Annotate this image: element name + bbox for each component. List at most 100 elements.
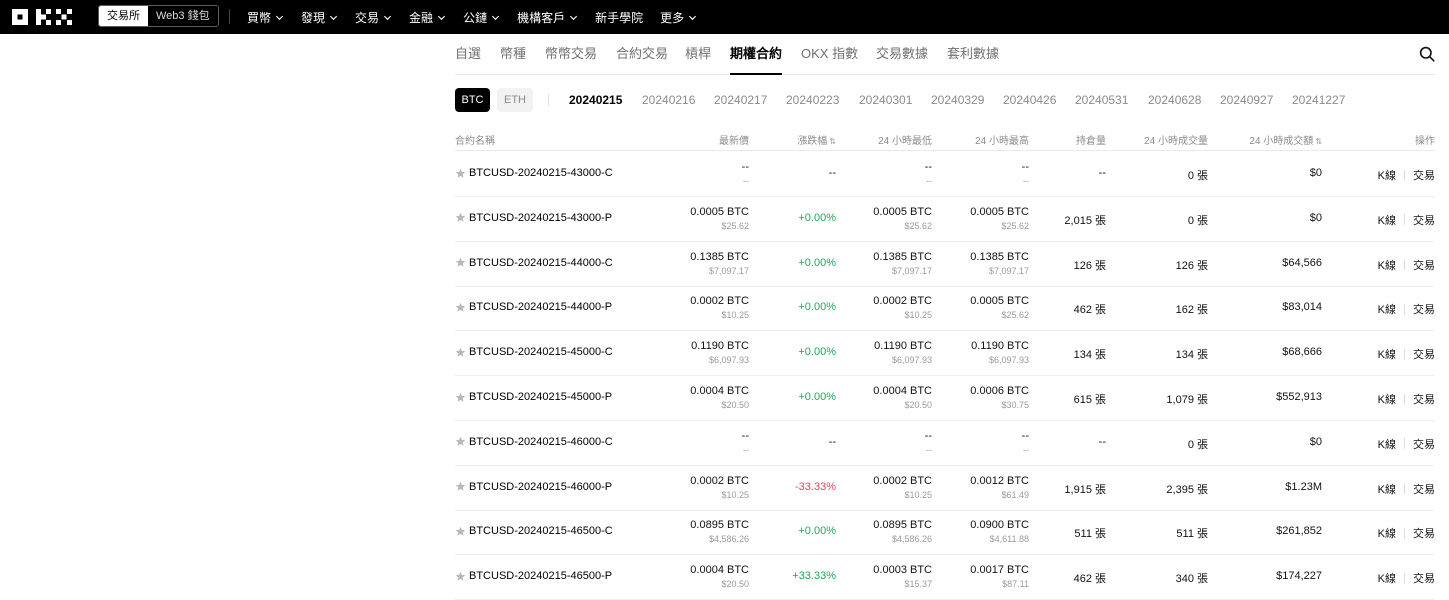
- amount: $0: [1309, 167, 1322, 179]
- expiry-date[interactable]: 20240215: [569, 88, 622, 112]
- favorite-star-icon[interactable]: [455, 168, 466, 179]
- trade-link[interactable]: 交易: [1413, 570, 1435, 586]
- favorite-star-icon[interactable]: [455, 212, 466, 223]
- trade-link[interactable]: 交易: [1413, 391, 1435, 407]
- change-cell: +0.00%: [798, 346, 836, 358]
- expiry-date[interactable]: 20240217: [714, 88, 767, 112]
- favorite-star-icon[interactable]: [455, 347, 466, 358]
- header-change[interactable]: 漲跌幅 ⇅: [797, 132, 836, 147]
- volume-cell: 126 張: [1176, 257, 1208, 273]
- favorite-star-icon[interactable]: [455, 481, 466, 492]
- table-row[interactable]: BTCUSD-20240215-44000-P 0.0002 BTC $10.2…: [455, 286, 1435, 332]
- tab-coins[interactable]: 幣種: [500, 34, 526, 74]
- kline-link[interactable]: K線: [1378, 167, 1396, 183]
- kline-link[interactable]: K線: [1378, 346, 1396, 362]
- nav-finance[interactable]: 金融: [409, 9, 446, 26]
- tab-arbitrage-data[interactable]: 套利數據: [947, 34, 999, 74]
- underlying-eth[interactable]: ETH: [497, 88, 533, 112]
- volume: 340 張: [1175, 573, 1208, 586]
- trade-link[interactable]: 交易: [1413, 257, 1435, 273]
- low-price: 0.0005 BTC: [873, 205, 932, 218]
- table-row[interactable]: BTCUSD-20240215-46500-C 0.0895 BTC $4,58…: [455, 510, 1435, 556]
- nav-discover[interactable]: 發現: [301, 9, 338, 26]
- contract-name-cell[interactable]: BTCUSD-20240215-44000-C: [455, 257, 613, 269]
- table-row[interactable]: BTCUSD-20240215-44000-C 0.1385 BTC $7,09…: [455, 242, 1435, 287]
- high-cell: -- --: [1022, 429, 1029, 457]
- tab-trading-data[interactable]: 交易數據: [876, 34, 928, 74]
- trade-link[interactable]: 交易: [1413, 525, 1435, 541]
- expiry-date[interactable]: 20240426: [1003, 88, 1056, 112]
- expiry-date[interactable]: 20240329: [931, 88, 984, 112]
- favorite-star-icon[interactable]: [455, 436, 466, 447]
- nav-buy-crypto[interactable]: 買幣: [247, 9, 284, 26]
- nav-public-chain[interactable]: 公鏈: [463, 9, 500, 26]
- expiry-date[interactable]: 20240531: [1075, 88, 1128, 112]
- tab-spot[interactable]: 幣幣交易: [545, 34, 597, 74]
- expiry-date[interactable]: 20240628: [1148, 88, 1201, 112]
- trade-link[interactable]: 交易: [1413, 301, 1435, 317]
- kline-link[interactable]: K線: [1378, 570, 1396, 586]
- expiry-date[interactable]: 20240216: [642, 88, 695, 112]
- nav-learn[interactable]: 新手學院: [595, 9, 643, 26]
- trade-link[interactable]: 交易: [1413, 167, 1435, 183]
- low-cell: 0.0002 BTC $10.25: [873, 294, 932, 322]
- favorite-star-icon[interactable]: [455, 571, 466, 582]
- switch-web3-wallet[interactable]: Web3 錢包: [148, 6, 218, 26]
- table-row[interactable]: BTCUSD-20240215-46000-C -- -- -- -- -- -…: [455, 421, 1435, 466]
- trade-link[interactable]: 交易: [1413, 346, 1435, 362]
- kline-link[interactable]: K線: [1378, 301, 1396, 317]
- search-icon[interactable]: [1419, 46, 1435, 62]
- trade-link[interactable]: 交易: [1413, 212, 1435, 228]
- expiry-date[interactable]: 20240927: [1220, 88, 1273, 112]
- trade-link[interactable]: 交易: [1413, 436, 1435, 452]
- contract-name-cell[interactable]: BTCUSD-20240215-46500-C: [455, 525, 613, 537]
- contract-name-cell[interactable]: BTCUSD-20240215-45000-C: [455, 346, 613, 358]
- trade-link[interactable]: 交易: [1413, 481, 1435, 497]
- contract-name: BTCUSD-20240215-46500-C: [469, 525, 613, 538]
- favorite-star-icon[interactable]: [455, 392, 466, 403]
- contract-name: BTCUSD-20240215-43000-P: [469, 211, 613, 224]
- favorite-star-icon[interactable]: [455, 257, 466, 268]
- tab-options[interactable]: 期權合約: [730, 34, 783, 75]
- contract-name-cell[interactable]: BTCUSD-20240215-46000-P: [455, 481, 612, 493]
- favorite-star-icon[interactable]: [455, 302, 466, 313]
- table-row[interactable]: BTCUSD-20240215-43000-C -- -- -- -- -- -…: [455, 152, 1435, 197]
- switch-exchange[interactable]: 交易所: [99, 6, 148, 26]
- amount-cell: $0: [1310, 212, 1322, 224]
- row-actions: K線 交易: [1378, 525, 1435, 541]
- contract-name-cell[interactable]: BTCUSD-20240215-46000-C: [455, 436, 613, 448]
- open-interest: 462 張: [1073, 573, 1106, 586]
- expiry-date[interactable]: 20240223: [786, 88, 839, 112]
- table-row[interactable]: BTCUSD-20240215-43000-P 0.0005 BTC $25.6…: [455, 197, 1435, 242]
- table-row[interactable]: BTCUSD-20240215-45000-P 0.0004 BTC $20.5…: [455, 376, 1435, 421]
- last-price-usd: $4,586.26: [708, 534, 749, 545]
- change-cell: +0.00%: [798, 525, 836, 537]
- tab-margin[interactable]: 槓桿: [685, 34, 711, 74]
- kline-link[interactable]: K線: [1378, 525, 1396, 541]
- table-row[interactable]: BTCUSD-20240215-46500-P 0.0004 BTC $20.5…: [455, 555, 1435, 600]
- nav-trade[interactable]: 交易: [355, 9, 392, 26]
- contract-name-cell[interactable]: BTCUSD-20240215-43000-C: [455, 167, 613, 179]
- tab-contracts[interactable]: 合約交易: [616, 34, 668, 74]
- okx-logo[interactable]: [12, 7, 76, 27]
- table-row[interactable]: BTCUSD-20240215-46000-P 0.0002 BTC $10.2…: [455, 466, 1435, 511]
- tab-okx-index[interactable]: OKX 指數: [801, 34, 858, 74]
- expiry-date[interactable]: 20240301: [859, 88, 912, 112]
- tab-favorites[interactable]: 自選: [455, 34, 481, 74]
- contract-name-cell[interactable]: BTCUSD-20240215-44000-P: [455, 301, 612, 313]
- kline-link[interactable]: K線: [1378, 481, 1396, 497]
- kline-link[interactable]: K線: [1378, 391, 1396, 407]
- expiry-date[interactable]: 20241227: [1292, 88, 1345, 112]
- kline-link[interactable]: K線: [1378, 257, 1396, 273]
- nav-more[interactable]: 更多: [660, 9, 697, 26]
- nav-institutional[interactable]: 機構客戶: [517, 9, 578, 26]
- contract-name-cell[interactable]: BTCUSD-20240215-43000-P: [455, 212, 612, 224]
- kline-link[interactable]: K線: [1378, 212, 1396, 228]
- contract-name-cell[interactable]: BTCUSD-20240215-46500-P: [455, 570, 612, 582]
- header-24h-amount[interactable]: 24 小時成交額 ⇅: [1249, 132, 1322, 147]
- favorite-star-icon[interactable]: [455, 526, 466, 537]
- kline-link[interactable]: K線: [1378, 436, 1396, 452]
- table-row[interactable]: BTCUSD-20240215-45000-C 0.1190 BTC $6,09…: [455, 331, 1435, 377]
- contract-name-cell[interactable]: BTCUSD-20240215-45000-P: [455, 391, 612, 403]
- underlying-btc[interactable]: BTC: [455, 88, 490, 112]
